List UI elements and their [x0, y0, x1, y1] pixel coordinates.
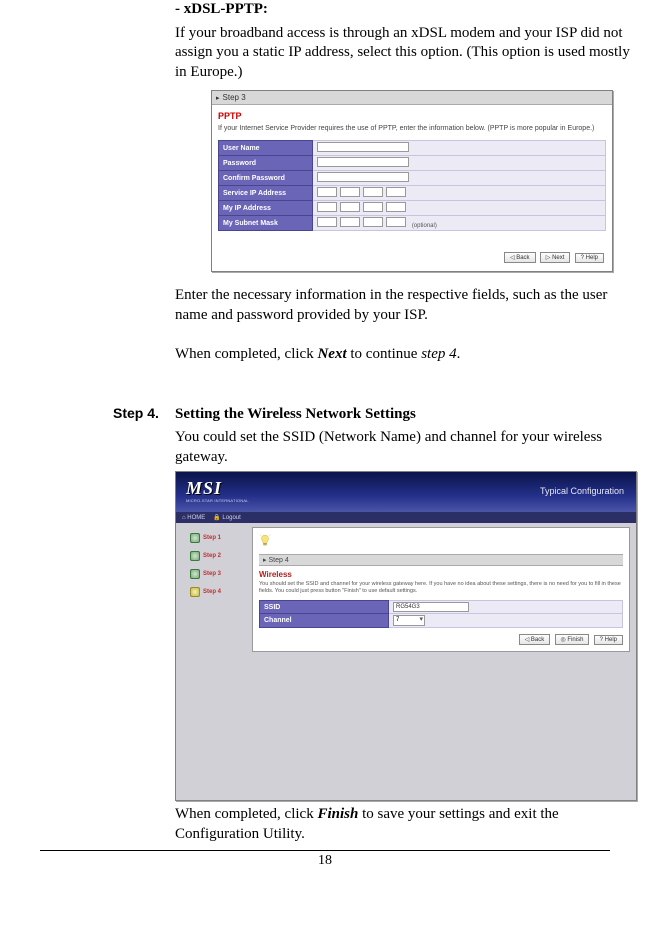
- input-username[interactable]: [317, 142, 409, 152]
- label-service-ip: Service IP Address: [219, 186, 313, 201]
- subnet-oct1[interactable]: [317, 217, 337, 227]
- sidebar-step3[interactable]: Step 3: [190, 569, 238, 579]
- label-username: User Name: [219, 141, 313, 156]
- label-channel: Channel: [260, 614, 389, 628]
- wireless-form: SSID RG54G3 Channel 7: [259, 600, 623, 628]
- msi-logo: MSI: [186, 478, 222, 499]
- subnet-oct2[interactable]: [340, 217, 360, 227]
- pptp-description: If your Internet Service Provider requir…: [218, 125, 606, 132]
- click-finish-text: When completed, click Finish to save you…: [175, 805, 640, 844]
- msi-logo-sub: MICRO-STAR INTERNATIONAL: [186, 498, 249, 503]
- pptp-stepbar: ▸ Step 3: [212, 91, 612, 105]
- ssid-input[interactable]: RG54G3: [393, 602, 469, 612]
- enter-info-text: Enter the necessary information in the r…: [175, 286, 640, 325]
- label-my-ip: My IP Address: [219, 201, 313, 216]
- label-ssid: SSID: [260, 601, 389, 614]
- subbar: ⌂ HOME 🔒 Logout: [176, 512, 636, 523]
- back-button-2[interactable]: ◁ Back: [519, 634, 551, 645]
- wireless-screenshot: MSI MICRO-STAR INTERNATIONAL Typical Con…: [175, 471, 637, 801]
- next-button[interactable]: ▷ Next: [540, 252, 571, 263]
- input-password[interactable]: [317, 157, 409, 167]
- my-ip-oct3[interactable]: [363, 202, 383, 212]
- sidebar-step4[interactable]: Step 4: [190, 587, 238, 597]
- label-password: Password: [219, 156, 313, 171]
- pptp-screenshot: ▸ Step 3 PPTP If your Internet Service P…: [211, 90, 613, 272]
- my-ip-oct1[interactable]: [317, 202, 337, 212]
- label-subnet: My Subnet Mask: [219, 216, 313, 231]
- home-link[interactable]: ⌂ HOME: [182, 515, 205, 521]
- step4-label: Step 4.: [113, 405, 159, 421]
- step-sidebar: Step 1 Step 2 Step 3 Step 4: [190, 533, 238, 605]
- bullet-icon: [190, 569, 200, 579]
- wireless-description: You should set the SSID and channel for …: [259, 581, 623, 594]
- sidebar-step1[interactable]: Step 1: [190, 533, 238, 543]
- subnet-oct4[interactable]: [386, 217, 406, 227]
- click-next-text: When completed, click Next to continue s…: [175, 345, 640, 365]
- back-button[interactable]: ◁ Back: [504, 252, 536, 263]
- xdsl-title: - xDSL-PPTP:: [175, 0, 640, 20]
- channel-select[interactable]: 7: [393, 615, 425, 626]
- service-ip-oct3[interactable]: [363, 187, 383, 197]
- help-button-2[interactable]: ? Help: [594, 635, 623, 645]
- service-ip-oct2[interactable]: [340, 187, 360, 197]
- my-ip-oct2[interactable]: [340, 202, 360, 212]
- pptp-step-label: Step 3: [223, 93, 246, 102]
- pptp-form: User Name Password Confirm Password Serv…: [218, 140, 606, 231]
- my-ip-oct4[interactable]: [386, 202, 406, 212]
- pptp-heading: PPTP: [218, 111, 606, 121]
- wireless-heading: Wireless: [259, 570, 623, 579]
- xdsl-desc: If your broadband access is through an x…: [175, 24, 640, 83]
- help-button[interactable]: ? Help: [575, 253, 604, 263]
- bullet-icon: [190, 587, 200, 597]
- bullet-icon: [190, 533, 200, 543]
- label-confirm-password: Confirm Password: [219, 171, 313, 186]
- msi-header: MSI MICRO-STAR INTERNATIONAL Typical Con…: [176, 472, 636, 512]
- footer-rule: [40, 850, 610, 851]
- service-ip-oct1[interactable]: [317, 187, 337, 197]
- step4-heading: Setting the Wireless Network Settings: [175, 405, 640, 425]
- wireless-panel: ▸ Step 4 Wireless You should set the SSI…: [252, 527, 630, 652]
- arrow-icon: ▸: [216, 94, 220, 102]
- logout-link[interactable]: 🔒 Logout: [213, 514, 241, 521]
- optional-label: (optional): [412, 223, 437, 229]
- finish-button[interactable]: ◎ Finish: [555, 634, 590, 645]
- typical-config-label: Typical Configuration: [540, 486, 624, 496]
- step4-flag: ▸ Step 4: [259, 554, 623, 566]
- subnet-oct3[interactable]: [363, 217, 383, 227]
- sidebar-step2[interactable]: Step 2: [190, 551, 238, 561]
- step4-body: You could set the SSID (Network Name) an…: [175, 428, 640, 467]
- bullet-icon: [190, 551, 200, 561]
- lightbulb-icon: [259, 534, 271, 548]
- input-confirm-password[interactable]: [317, 172, 409, 182]
- page-number: 18: [10, 853, 640, 869]
- service-ip-oct4[interactable]: [386, 187, 406, 197]
